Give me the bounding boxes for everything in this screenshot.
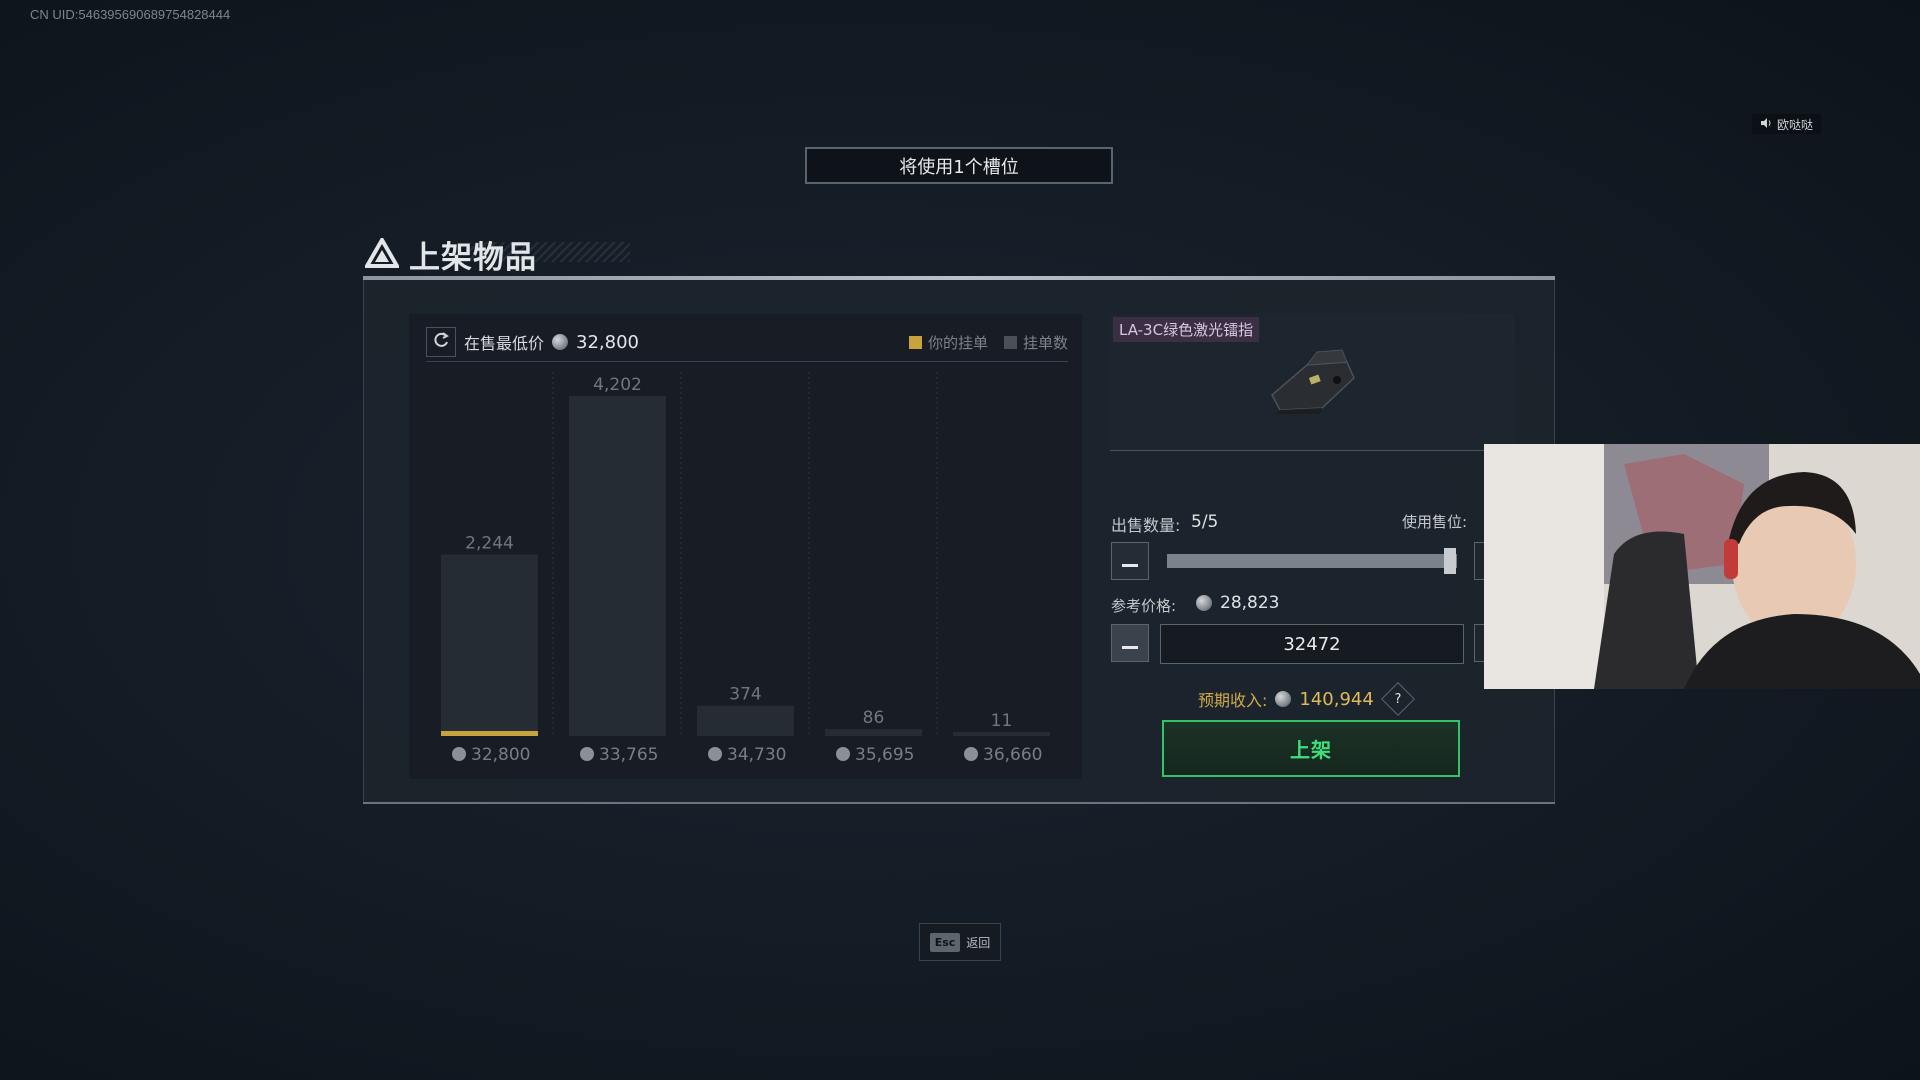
chart-bar <box>441 554 538 736</box>
coin-icon <box>708 747 722 761</box>
price-increase-button[interactable] <box>1474 624 1484 662</box>
legend-listing-count-label: 挂单数 <box>1022 333 1068 352</box>
coin-icon <box>580 747 594 761</box>
price-tick-label: 34,730 <box>727 745 786 765</box>
page-title: 上架物品 <box>409 240 537 276</box>
price-tick-label: 33,765 <box>599 745 658 765</box>
delta-logo-icon <box>363 235 401 272</box>
speaker-icon <box>1760 117 1772 132</box>
price-tick-label: 36,660 <box>983 745 1042 765</box>
webcam-overlay <box>1484 444 1920 689</box>
slot-usage-hint: 将使用1个槽位 <box>805 147 1113 184</box>
price-bar-chart: 2,244 32,800 4,202 33,765 374 34,730 86 35,695 1… <box>441 372 1050 765</box>
bar-value-label: 374 <box>729 685 761 705</box>
chart-bar <box>697 705 794 736</box>
quantity-slider-handle[interactable] <box>1444 548 1456 574</box>
price-input[interactable] <box>1160 624 1464 664</box>
expected-income-label: 预期收入: <box>1198 691 1268 710</box>
uid-text: CN UID:546395690689754828444 <box>30 7 231 22</box>
bar-value-label: 2,244 <box>465 533 514 553</box>
bar-value-label: 11 <box>991 711 1013 731</box>
bar-value-label: 86 <box>863 708 885 728</box>
legend-listing-count: 挂单数 <box>1003 332 1068 353</box>
quantity-slider[interactable] <box>1167 554 1457 568</box>
item-name-tag: LA-3C绿色激光镭指 <box>1113 317 1260 342</box>
price-decrease-button[interactable] <box>1111 624 1149 662</box>
help-icon: ? <box>1394 691 1402 707</box>
price-tick-label: 32,800 <box>471 745 530 765</box>
back-button[interactable]: Esc 返回 <box>919 923 1001 961</box>
price-tick-label: 35,695 <box>855 745 914 765</box>
sound-indicator: 欧哒哒 <box>1752 114 1822 134</box>
quantity-decrease-button[interactable] <box>1111 542 1149 580</box>
sell-quantity-label: 出售数量: <box>1111 516 1181 535</box>
minus-icon <box>1122 631 1138 656</box>
legend-swatch-yours <box>908 335 922 349</box>
reference-price: 28,823 <box>1196 593 1279 613</box>
lowest-price-value: 32,800 <box>576 331 639 353</box>
coin-icon <box>964 747 978 761</box>
use-slot-label: 使用售位: <box>1402 513 1468 531</box>
list-item-button[interactable]: 上架 <box>1162 720 1460 777</box>
chart-bar <box>569 396 666 736</box>
expected-income-value: 140,944 <box>1299 688 1374 710</box>
coin-icon <box>1196 595 1212 611</box>
coin-icon <box>552 334 569 350</box>
panel-bottom-border <box>363 802 1555 804</box>
minus-icon <box>1122 549 1138 574</box>
chart-header: 在售最低价 32,800 你的挂单 挂单数 <box>426 323 1068 362</box>
chart-legend: 你的挂单 挂单数 <box>908 332 1068 353</box>
your-listing-marker <box>441 731 538 736</box>
refresh-icon <box>432 331 450 354</box>
back-label: 返回 <box>966 935 991 950</box>
expected-income: 预期收入: 140,944 ? <box>1198 682 1415 716</box>
sound-label: 欧哒哒 <box>1777 117 1814 132</box>
legend-swatch-count <box>1003 335 1017 349</box>
chart-bar <box>953 732 1050 736</box>
reference-price-label: 参考价格: <box>1111 597 1177 615</box>
laser-sight-image <box>1262 340 1362 424</box>
quantity-increase-button[interactable] <box>1474 542 1484 580</box>
legend-your-listing: 你的挂单 <box>908 332 988 353</box>
coin-icon <box>452 747 466 761</box>
refresh-button[interactable] <box>426 327 456 357</box>
bar-value-label: 4,202 <box>593 375 642 395</box>
panel-title-row: 上架物品 <box>363 232 537 277</box>
help-button[interactable]: ? <box>1380 682 1415 716</box>
coin-icon <box>1275 691 1292 707</box>
chart-bar <box>825 729 922 736</box>
sell-quantity-value: 5/5 <box>1191 512 1219 532</box>
coin-icon <box>836 747 850 761</box>
lowest-price-label: 在售最低价 <box>464 334 545 353</box>
reference-price-value: 28,823 <box>1220 593 1280 613</box>
esc-key-icon: Esc <box>929 932 961 952</box>
legend-your-listing-label: 你的挂单 <box>927 333 988 352</box>
